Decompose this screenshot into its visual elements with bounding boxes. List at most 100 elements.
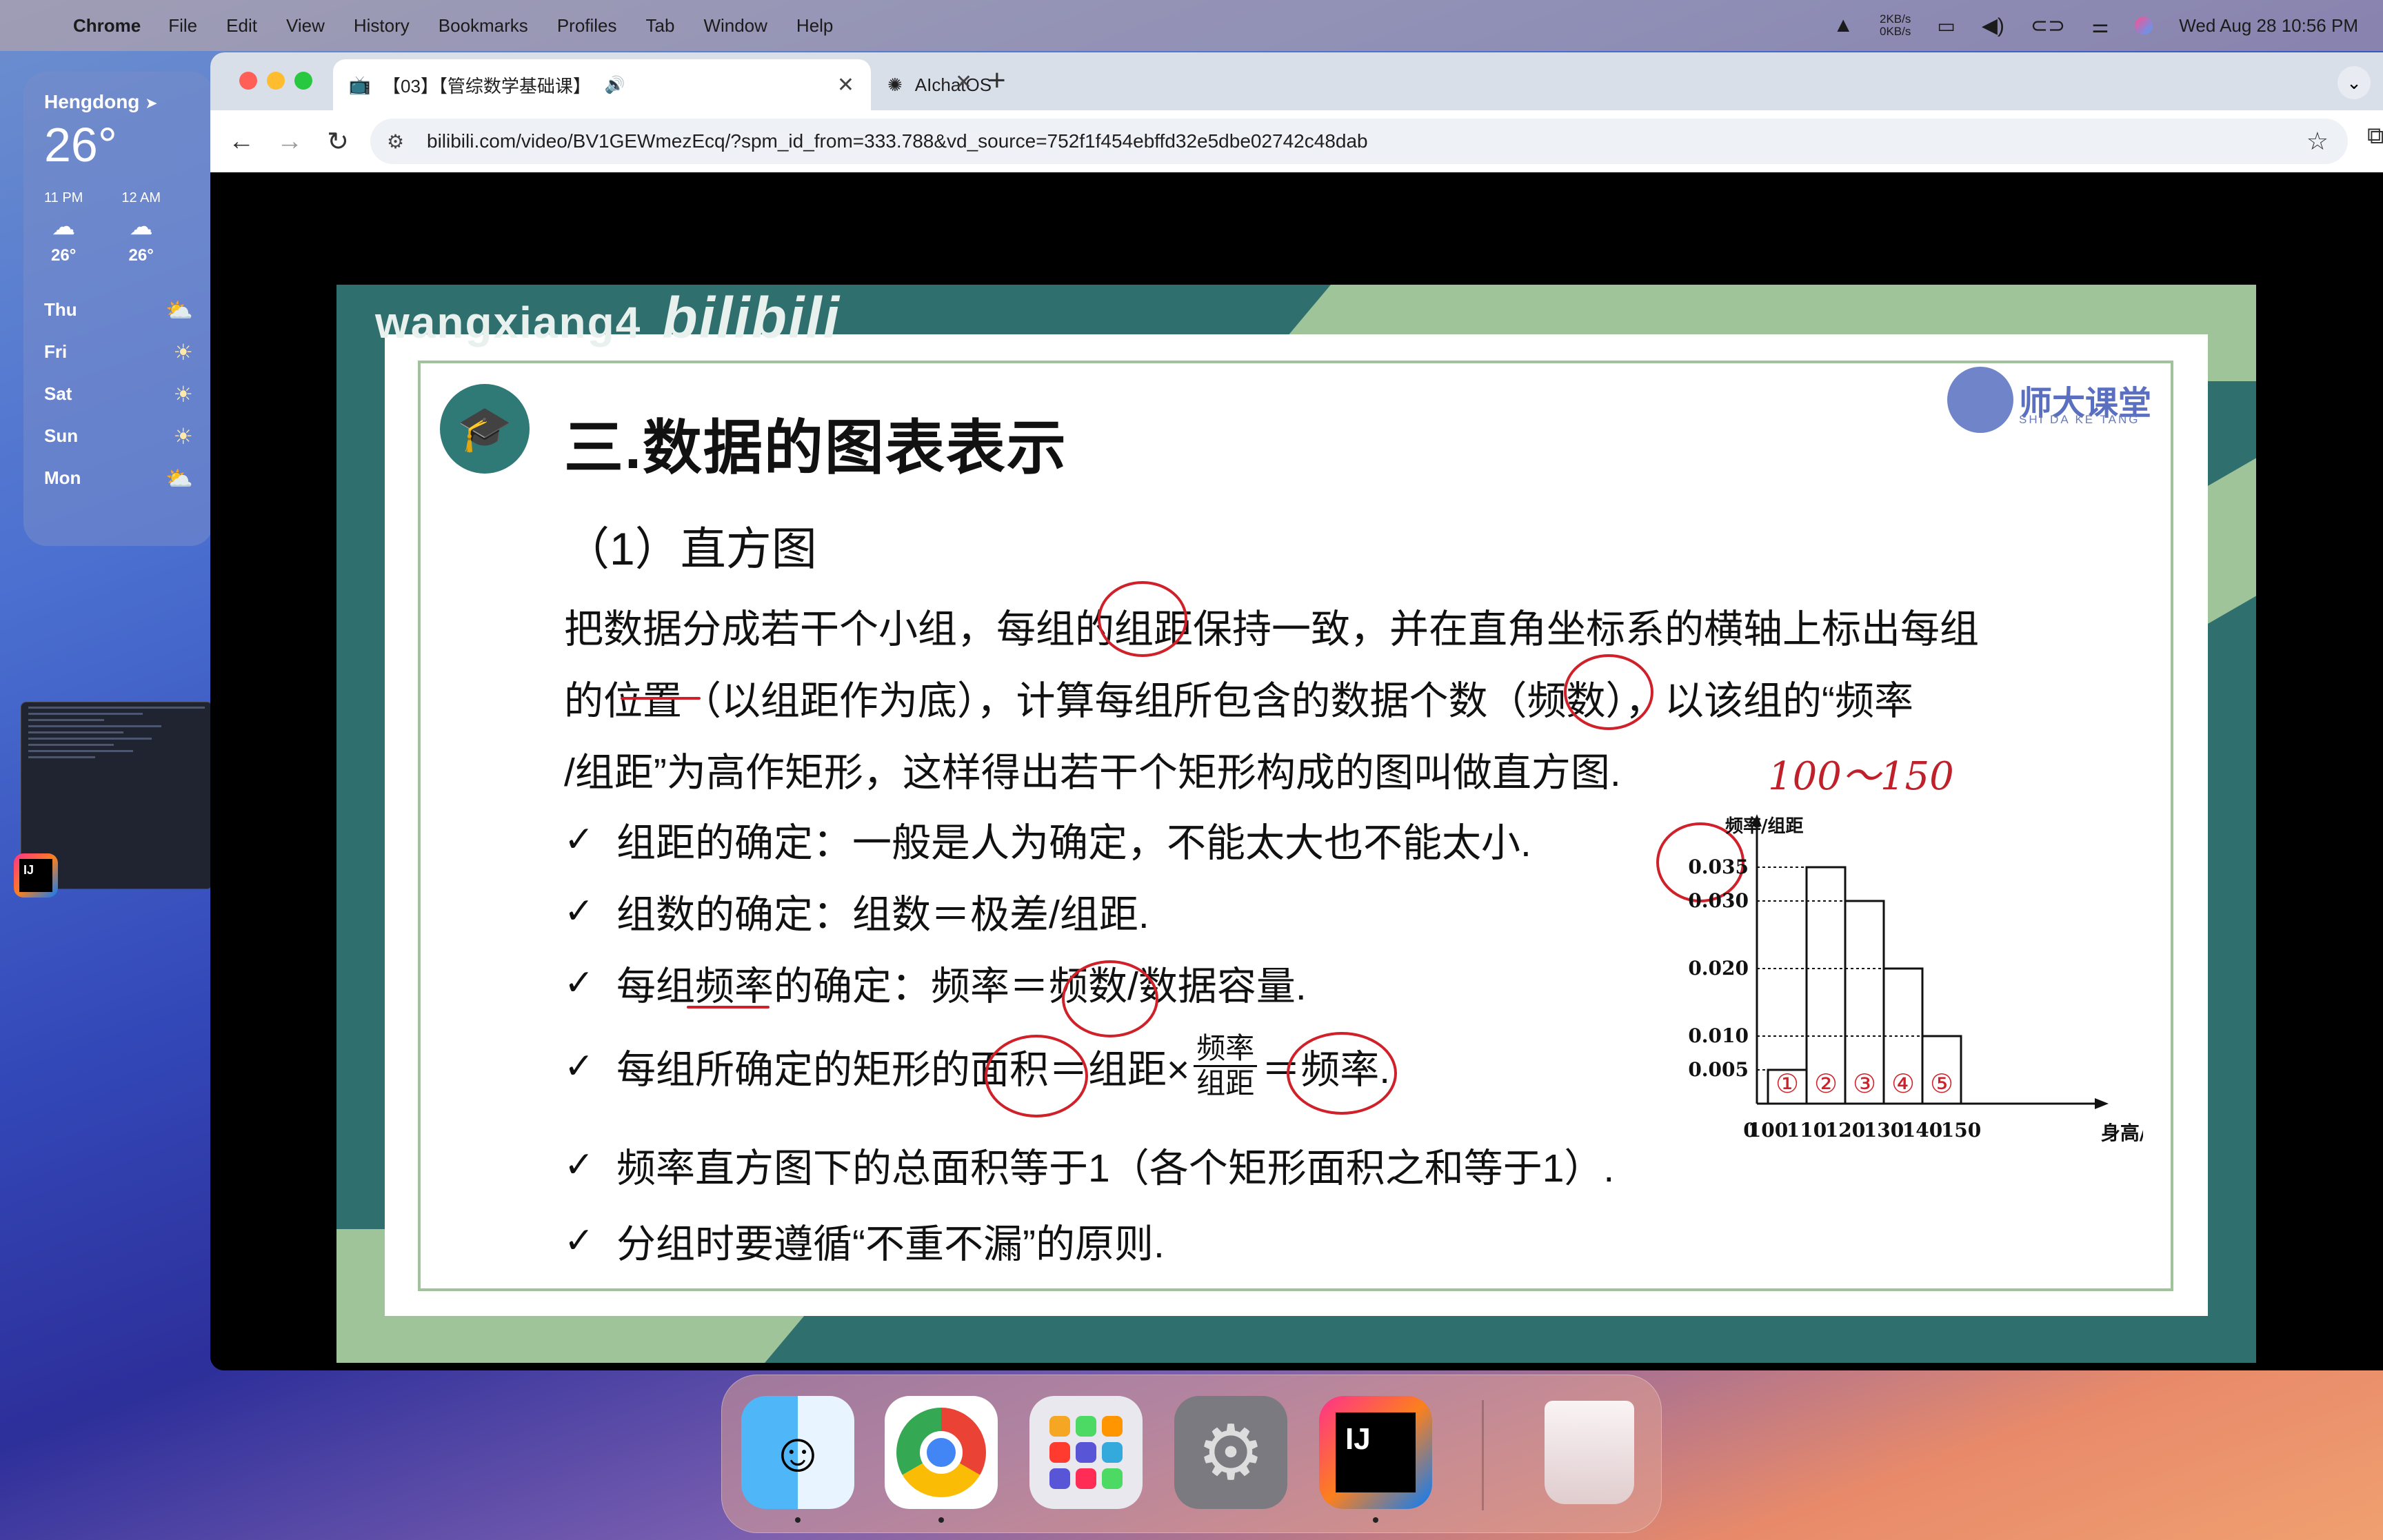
x-tick-label: 130	[1864, 1119, 1904, 1142]
menu-bookmarks[interactable]: Bookmarks	[439, 15, 528, 37]
menu-view[interactable]: View	[286, 15, 325, 37]
browser-toolbar: ← → ↻ ⚙ bilibili.com/video/BV1GEWmezEcq/…	[210, 110, 2383, 172]
weather-day: Fri ☀	[44, 331, 193, 373]
weather-widget[interactable]: Hengdong ➤ 26° 11 PM ☁ 26° 12 AM ☁ 26° T…	[23, 72, 214, 546]
fraction-numerator: 频率	[1194, 1032, 1258, 1067]
forward-button[interactable]: →	[265, 127, 314, 156]
volume-icon[interactable]: ◀)	[1982, 14, 2004, 38]
site-info-icon[interactable]: ⚙	[387, 130, 414, 153]
tab-bilibili[interactable]: 📺 【03】【管综数学基础课】 🔊 ✕	[333, 59, 871, 110]
intellij-idea-icon[interactable]: IJ	[1319, 1396, 1432, 1509]
maximize-window-button[interactable]	[294, 72, 312, 90]
handwritten-group-number: ①	[1776, 1070, 1799, 1099]
x-tick-label: 140	[1902, 1119, 1942, 1142]
video-player[interactable]: wangxiang4 bilibili 🎓 三.数据的图表表示 师大课堂 SHI …	[210, 172, 2383, 1370]
checkmark-icon: ✓	[564, 1221, 594, 1261]
y-tick-label: 0.035	[1688, 855, 1749, 878]
weather-hour: 12 AM ☁ 26°	[121, 190, 161, 265]
menu-window[interactable]: Window	[703, 15, 767, 37]
control-center-icon[interactable]: ⚌	[2091, 14, 2109, 37]
cat-status-icon[interactable]: ▲	[1833, 14, 1853, 37]
annotation-underline	[687, 1006, 770, 1009]
weather-city: Hengdong	[44, 91, 140, 112]
chrome-icon[interactable]	[885, 1396, 998, 1509]
annotation-circle	[1287, 1032, 1397, 1115]
handwritten-group-number: ⑤	[1930, 1070, 1953, 1099]
x-axis-arrow	[2095, 1098, 2109, 1109]
audio-icon[interactable]: 🔊	[605, 75, 625, 95]
bullet-text: 组数的确定：组数＝极差/组距.	[616, 893, 1149, 937]
menu-file[interactable]: File	[168, 15, 197, 37]
menu-tab[interactable]: Tab	[646, 15, 675, 37]
close-window-button[interactable]	[239, 72, 257, 90]
x-axis-label: 身高/厘米	[2101, 1122, 2143, 1144]
menu-profiles[interactable]: Profiles	[557, 15, 617, 37]
y-tick-label: 0.005	[1688, 1058, 1749, 1081]
slide-title: 三.数据的图表表示	[564, 415, 1067, 481]
fraction-denominator: 组距	[1196, 1067, 1255, 1100]
network-speed[interactable]: 2KB/s 0KB/s	[1880, 13, 1911, 38]
new-tab-button[interactable]: +	[988, 63, 1006, 98]
system-settings-icon[interactable]: ⚙	[1174, 1396, 1287, 1509]
sun-icon: ☀	[173, 423, 193, 449]
day-label: Fri	[44, 341, 68, 362]
histogram-bar	[1805, 866, 1847, 1105]
minimize-window-button[interactable]	[267, 72, 285, 90]
close-tab-icon[interactable]: ✕	[837, 73, 854, 97]
fraction: 频率 组距	[1194, 1032, 1258, 1100]
shida-ketang-logo: 师大课堂 SHI DA KE TANG	[1947, 362, 2151, 438]
checkmark-icon: ✓	[564, 820, 594, 860]
bullet-text: 频率直方图下的总面积等于1（各个矩形面积之和等于1）.	[616, 1146, 1615, 1191]
annotation-circle	[1098, 581, 1187, 657]
y-tick-label: 0.010	[1688, 1024, 1749, 1047]
annotation-circle	[1564, 654, 1653, 730]
graduation-cap-icon: 🎓	[440, 384, 530, 474]
menu-app-name[interactable]: Chrome	[73, 15, 141, 37]
y-axis-label: 频率/组距	[1725, 815, 1804, 837]
running-indicator	[938, 1517, 944, 1523]
hour-temp: 26°	[51, 246, 77, 265]
uploader-watermark: wangxiang4 bilibili	[375, 285, 841, 352]
weather-day: Sat ☀	[44, 373, 193, 415]
bilibili-logo: bilibili	[662, 285, 841, 350]
back-button[interactable]: ←	[217, 127, 265, 156]
launchpad-icon[interactable]	[1029, 1396, 1143, 1509]
bookmark-star-icon[interactable]: ☆	[2306, 127, 2329, 156]
link-icon[interactable]: ⊂⊃	[2031, 14, 2065, 38]
dock: ☺ ⚙ IJ	[721, 1375, 1662, 1533]
handwritten-group-number: ②	[1814, 1070, 1838, 1099]
logo-pinyin: SHI DA KE TANG	[2019, 413, 2140, 426]
cloud-moon-icon: ☁	[129, 214, 153, 240]
close-tab-icon[interactable]: ✕	[955, 70, 972, 94]
lecture-slide: wangxiang4 bilibili 🎓 三.数据的图表表示 师大课堂 SHI …	[336, 285, 2256, 1363]
bullet-item: ✓ 分组时要遵循“不重不漏”的原则.	[564, 1213, 1165, 1269]
extensions-icon[interactable]: ⧉	[2367, 123, 2383, 150]
cloud-moon-icon: ☁	[52, 214, 76, 240]
bullet-item: ✓ 组数的确定：组数＝极差/组距.	[564, 883, 1149, 940]
bullet-text: 每组所确定的矩形的面积＝组距×	[616, 1047, 1190, 1092]
finder-icon[interactable]: ☺	[741, 1396, 854, 1509]
net-up: 2KB/s	[1880, 12, 1911, 26]
battery-icon[interactable]: ▭	[1937, 14, 1955, 37]
day-label: Thu	[44, 299, 77, 320]
y-tick-label: 0.030	[1688, 889, 1749, 912]
siri-icon[interactable]	[2135, 17, 2153, 34]
definition-line: 把数据分成若干个小组，每组的组距保持一致，并在直角坐标系的横轴上标出每组	[564, 607, 1979, 651]
bullet-item: ✓ 频率直方图下的总面积等于1（各个矩形面积之和等于1）.	[564, 1137, 1614, 1193]
x-tick-label: 100	[1748, 1119, 1788, 1142]
trash-icon[interactable]	[1533, 1396, 1646, 1509]
tab-search-button[interactable]: ⌄	[2337, 66, 2371, 99]
intellij-window-icon[interactable]: IJ	[14, 853, 58, 898]
menu-edit[interactable]: Edit	[226, 15, 257, 37]
menu-history[interactable]: History	[354, 15, 410, 37]
bullet-text: 每组频率的确定：频率＝频数/数据容量.	[616, 964, 1307, 1009]
url-text[interactable]: bilibili.com/video/BV1GEWmezEcq/?spm_id_…	[427, 130, 1368, 152]
clock[interactable]: Wed Aug 28 10:56 PM	[2179, 15, 2358, 37]
bullet-item: ✓ 每组所确定的矩形的面积＝组距× 频率 组距 ＝频率.	[564, 1032, 1390, 1100]
histogram-chart: 频率/组距0.0050.0100.0200.0300.0350100110120…	[1688, 814, 2143, 1144]
reload-button[interactable]: ↻	[314, 126, 362, 157]
day-label: Mon	[44, 467, 81, 488]
hour-label: 12 AM	[121, 190, 161, 205]
address-bar[interactable]: ⚙ bilibili.com/video/BV1GEWmezEcq/?spm_i…	[370, 119, 2348, 164]
menu-help[interactable]: Help	[796, 15, 833, 37]
